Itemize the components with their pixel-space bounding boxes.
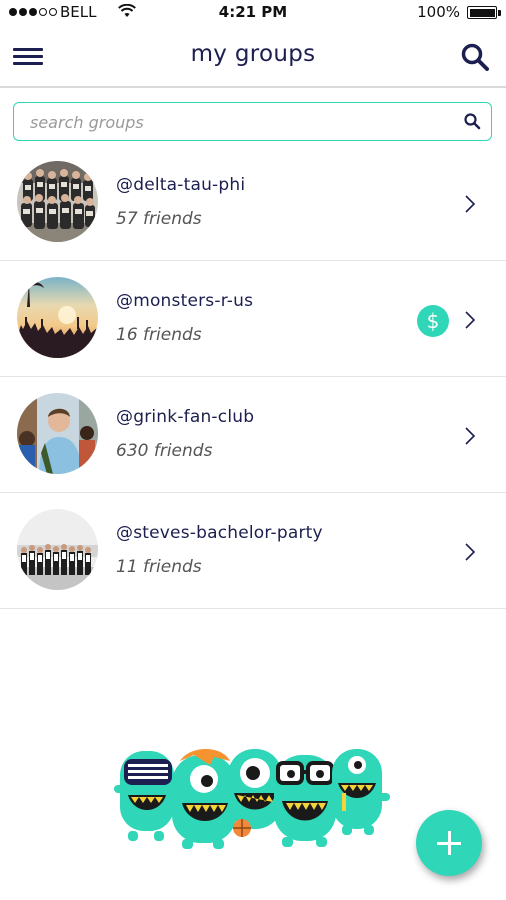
- chevron-right-icon: [465, 311, 476, 329]
- group-avatar-steves-bachelor-party: [17, 509, 98, 590]
- group-avatar-delta-tau-phi: [17, 161, 98, 242]
- dollar-badge-icon[interactable]: $: [417, 305, 449, 337]
- page-title: my groups: [190, 41, 316, 67]
- search-groups-field: [13, 102, 492, 141]
- monster-glasses-icon: [274, 755, 336, 847]
- group-handle: @delta-tau-phi: [116, 175, 246, 195]
- group-row-grink-fan-club[interactable]: @grink-fan-club 630 friends: [0, 377, 506, 493]
- battery-percentage: 100%: [417, 3, 460, 21]
- group-friend-count: 11 friends: [116, 557, 202, 577]
- group-row-steves-bachelor-party[interactable]: @steves-bachelor-party 11 friends: [0, 493, 506, 609]
- chevron-right-icon: [465, 195, 476, 213]
- nav-bar: my groups: [0, 26, 506, 88]
- group-friend-count: 57 friends: [116, 209, 202, 229]
- chevron-right-icon: [465, 427, 476, 445]
- group-handle: @steves-bachelor-party: [116, 523, 323, 543]
- add-group-button[interactable]: [416, 810, 482, 876]
- status-bar: BELL 4:21 PM 100%: [0, 0, 506, 26]
- group-avatar-monsters-r-us: [17, 277, 98, 358]
- group-list: @delta-tau-phi 57 friends @monsters-r-us…: [0, 145, 506, 609]
- chevron-right-icon: [465, 543, 476, 561]
- group-avatar-grink-fan-club: [17, 393, 98, 474]
- search-input[interactable]: [28, 103, 452, 141]
- group-row-delta-tau-phi[interactable]: @delta-tau-phi 57 friends: [0, 145, 506, 261]
- group-friend-count: 630 friends: [116, 441, 213, 461]
- group-friend-count: 16 friends: [116, 325, 202, 345]
- battery-tip: [498, 10, 501, 16]
- monster-visor-icon: [114, 751, 174, 841]
- search-field-icon[interactable]: [463, 112, 481, 130]
- monster-cyclops-icon: [332, 749, 390, 835]
- monster-orange-hair-icon: [172, 749, 236, 849]
- search-icon[interactable]: [460, 42, 490, 72]
- battery-icon: [467, 6, 497, 19]
- monsters-illustration: [114, 749, 390, 849]
- group-handle: @monsters-r-us: [116, 291, 254, 311]
- group-handle: @grink-fan-club: [116, 407, 255, 427]
- monster-basketball-icon: [228, 749, 282, 837]
- group-row-monsters-r-us[interactable]: @monsters-r-us 16 friends $: [0, 261, 506, 377]
